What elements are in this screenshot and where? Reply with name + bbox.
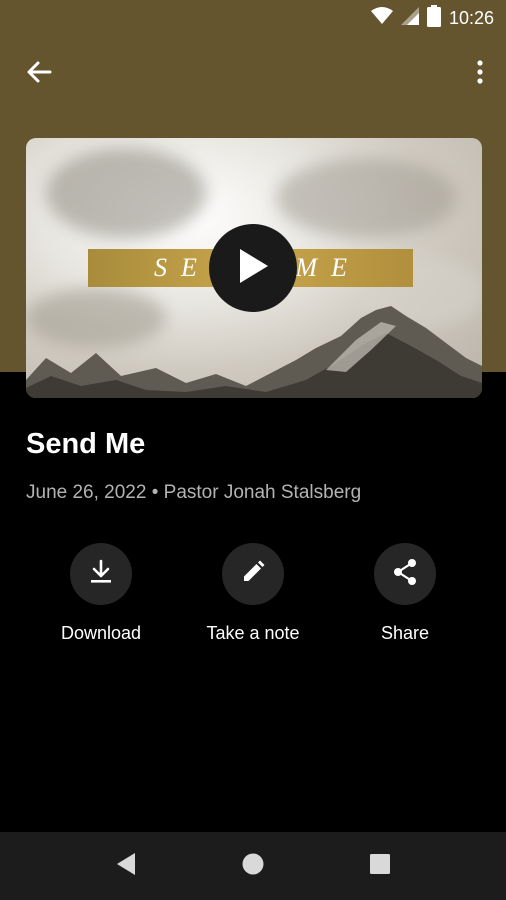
nav-recents-button[interactable] [366,852,394,880]
download-label: Download [60,623,142,643]
pencil-icon [241,560,265,589]
nav-home-button[interactable] [239,852,267,880]
system-nav-bar [0,832,506,900]
status-icons: 10:26 [370,4,494,32]
share-action[interactable]: Share [330,543,480,644]
video-thumbnail[interactable]: SEND ME [26,138,482,398]
wifi-icon [370,6,393,30]
take-note-action[interactable]: Take a note [178,543,328,644]
more-vert-icon [477,59,483,89]
sermon-title: Send Me [26,428,146,460]
home-circle-icon [241,852,265,881]
share-label: Share [380,623,430,643]
play-button[interactable] [209,224,297,312]
download-button[interactable] [70,543,132,605]
take-note-button[interactable] [222,543,284,605]
take-note-label: Take a note [206,623,300,643]
action-row: Download Take a note Share [0,543,506,653]
share-icon [392,558,418,591]
download-action[interactable]: Download [26,543,176,644]
back-button[interactable] [18,56,60,92]
download-icon [88,559,114,590]
sermon-meta: June 26, 2022 • Pastor Jonah Stalsberg [26,482,362,503]
battery-icon [426,4,441,32]
more-options-button[interactable] [468,56,492,92]
signal-icon [400,6,419,30]
play-icon [236,247,270,290]
nav-back-button[interactable] [112,852,140,880]
status-bar: 10:26 [0,0,506,36]
back-triangle-icon [115,852,137,881]
share-button[interactable] [374,543,436,605]
status-time: 10:26 [448,7,494,28]
app-bar [0,44,506,104]
recents-square-icon [369,853,391,880]
back-arrow-icon [26,60,52,89]
